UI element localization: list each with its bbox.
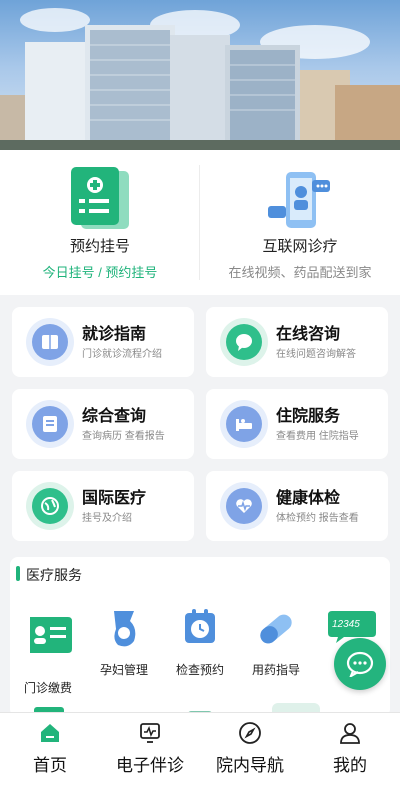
card-query[interactable]: 综合查询 查询病历 查看报告	[12, 389, 194, 459]
chat-bubble-icon	[236, 334, 252, 351]
service-label: 用药指导	[251, 663, 300, 677]
service-medication-guide[interactable]: 用药指导	[238, 609, 314, 679]
compass-icon	[239, 722, 261, 744]
service-label: 检查预约	[175, 663, 224, 677]
tab-mine[interactable]: 我的	[300, 713, 400, 796]
hero-banner	[0, 0, 400, 150]
tab-label: 电子伴诊	[116, 756, 184, 775]
heart-pulse-icon	[236, 499, 252, 513]
card-subtitle: 查询病历 查看报告	[82, 431, 165, 442]
tab-e-companion[interactable]: 电子伴诊	[100, 713, 200, 796]
card-subtitle: 在线问题咨询解答	[276, 349, 356, 360]
hotline-badge: 12345	[332, 619, 360, 630]
registration-card-icon	[71, 167, 129, 229]
floating-chat-button[interactable]	[334, 638, 386, 690]
internet-clinic-title: 互联网诊疗	[262, 238, 338, 255]
user-icon	[340, 723, 360, 744]
card-subtitle: 挂号及介绍	[82, 513, 132, 524]
card-inpatient[interactable]: 住院服务 查看费用 住院指导	[206, 389, 388, 459]
card-title: 住院服务	[276, 408, 341, 425]
service-label: 门诊缴费	[23, 681, 72, 695]
tab-label: 我的	[333, 756, 367, 775]
card-title: 健康体检	[276, 490, 341, 507]
tab-navigation[interactable]: 院内导航	[200, 713, 300, 796]
service-label: 孕妇管理	[99, 663, 148, 677]
registration-subtitle: 今日挂号 / 预约挂号	[42, 265, 158, 280]
maternity-icon	[114, 611, 136, 647]
hospital-bed-icon	[236, 419, 252, 431]
hospital-building-image	[0, 25, 400, 150]
tab-label: 院内导航	[216, 756, 284, 775]
internet-clinic-subtitle: 在线视频、药品配送到家	[228, 265, 372, 280]
section-heading: 医疗服务	[26, 567, 82, 583]
document-search-icon	[43, 416, 57, 432]
pill-icon	[260, 614, 292, 644]
tab-home[interactable]: 首页	[0, 713, 100, 796]
card-online-consult[interactable]: 在线咨询 在线问题咨询解答	[206, 307, 388, 377]
globe-icon	[41, 497, 59, 515]
bottom-tab-bar: 首页 电子伴诊 院内导航 我的	[0, 712, 400, 796]
card-title: 国际医疗	[82, 490, 147, 507]
tab-label: 首页	[33, 756, 67, 775]
guide-book-icon	[42, 335, 58, 349]
card-health-check[interactable]: 健康体检 体检预约 报告查看	[206, 471, 388, 541]
service-outpatient-payment[interactable]: 门诊缴费	[10, 609, 86, 699]
section-marker	[16, 566, 20, 581]
phone-doctor-icon	[268, 172, 330, 228]
card-international[interactable]: 国际医疗 挂号及介绍	[12, 471, 194, 541]
card-subtitle: 查看费用 住院指导	[276, 431, 359, 442]
card-title: 在线咨询	[276, 326, 341, 343]
registration-action[interactable]: 预约挂号 今日挂号 / 预约挂号	[0, 150, 200, 295]
monitor-pulse-icon	[140, 723, 160, 743]
card-title: 综合查询	[82, 408, 147, 425]
card-subtitle: 体检预约 报告查看	[276, 513, 359, 524]
medical-services-panel: 医疗服务 门诊缴费 孕妇管理 检查预约 用药指导 12345	[10, 557, 390, 717]
id-card-icon	[30, 617, 72, 653]
clock-calendar-icon	[185, 609, 215, 643]
service-maternity[interactable]: 孕妇管理	[86, 609, 162, 679]
card-guide[interactable]: 就诊指南 门诊就诊流程介绍	[12, 307, 194, 377]
card-subtitle: 门诊就诊流程介绍	[82, 349, 162, 360]
chat-icon	[346, 651, 374, 677]
service-exam-booking[interactable]: 检查预约	[162, 609, 238, 679]
home-icon	[41, 724, 59, 742]
card-title: 就诊指南	[82, 326, 147, 343]
internet-clinic-action[interactable]: 互联网诊疗 在线视频、药品配送到家	[200, 150, 400, 295]
registration-title: 预约挂号	[69, 238, 130, 255]
